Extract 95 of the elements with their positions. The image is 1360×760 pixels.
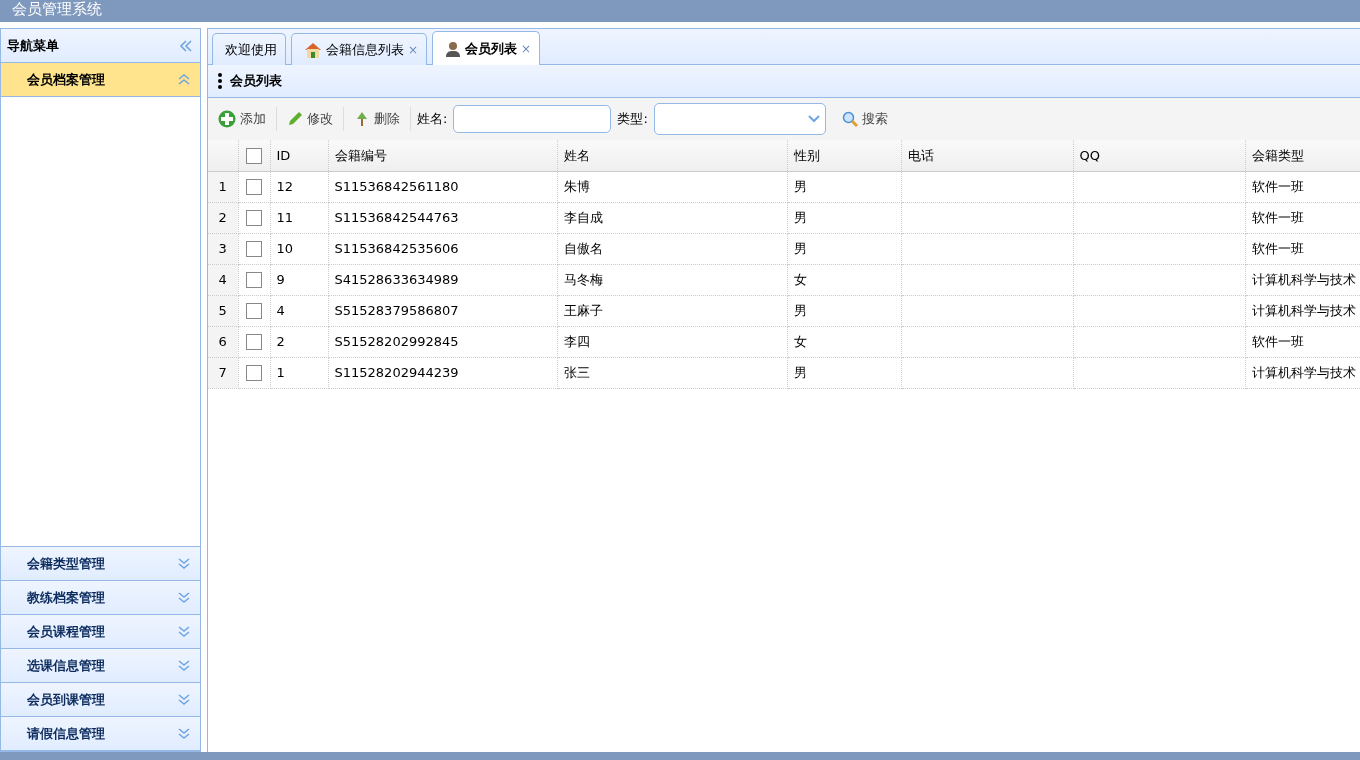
table-cell: 男 bbox=[793, 240, 807, 256]
nav-section-header[interactable]: 会员档案管理 bbox=[1, 63, 200, 97]
row-number: 4 bbox=[208, 264, 238, 295]
field-label: 姓名: bbox=[417, 110, 448, 129]
table-cell: 1 bbox=[276, 364, 285, 380]
row-checkbox[interactable] bbox=[246, 334, 262, 351]
chevron-down-icon bbox=[806, 114, 821, 124]
collapse-icon bbox=[178, 73, 190, 86]
toolbar-button[interactable]: 添加 bbox=[214, 109, 270, 129]
table-cell: 男 bbox=[793, 302, 807, 318]
table-cell: 王麻子 bbox=[563, 302, 603, 318]
expand-icon bbox=[178, 625, 190, 638]
user-icon bbox=[445, 40, 462, 57]
expand-icon bbox=[178, 557, 190, 570]
close-icon[interactable]: × bbox=[521, 39, 532, 58]
app-title: 会员管理系统 bbox=[12, 0, 102, 18]
search-icon bbox=[842, 111, 859, 127]
table-cell: 软件一班 bbox=[1251, 240, 1304, 256]
row-checkbox[interactable] bbox=[246, 241, 262, 258]
plus-icon bbox=[218, 110, 236, 128]
expand-icon bbox=[178, 659, 190, 672]
column-header[interactable]: 姓名 bbox=[557, 140, 787, 171]
table-cell: S51528379586807 bbox=[334, 302, 459, 318]
toolbar-button[interactable]: 删除 bbox=[350, 109, 404, 129]
nav-section-header[interactable]: 会籍类型管理 bbox=[1, 547, 200, 581]
nav-title: 导航菜单 bbox=[7, 36, 59, 55]
column-header[interactable]: 会籍编号 bbox=[328, 140, 557, 171]
table-cell: 9 bbox=[276, 271, 285, 287]
tab[interactable]: 会籍信息列表 × bbox=[291, 33, 428, 65]
tab[interactable]: 会员列表 × bbox=[432, 31, 541, 65]
table-cell: 男 bbox=[793, 209, 807, 225]
table-cell: 软件一班 bbox=[1251, 178, 1304, 194]
panel-title: 会员列表 bbox=[230, 72, 282, 91]
expand-icon bbox=[178, 591, 190, 604]
table-cell: S11528202944239 bbox=[334, 364, 459, 380]
column-header[interactable]: QQ bbox=[1073, 140, 1245, 171]
row-checkbox[interactable] bbox=[246, 210, 262, 227]
select-all-checkbox[interactable] bbox=[246, 148, 262, 164]
table-cell: 自傲名 bbox=[563, 240, 603, 256]
table-cell: 李四 bbox=[563, 333, 590, 349]
row-checkbox[interactable] bbox=[246, 303, 262, 320]
table-cell: 女 bbox=[793, 271, 807, 287]
expand-icon bbox=[178, 727, 190, 740]
table-cell: 软件一班 bbox=[1251, 209, 1304, 225]
row-checkbox[interactable] bbox=[246, 272, 262, 289]
table-cell: S51528202992845 bbox=[334, 333, 459, 349]
row-number: 7 bbox=[208, 357, 238, 388]
row-number: 1 bbox=[208, 171, 238, 202]
table-cell: 计算机科学与技术 bbox=[1251, 364, 1356, 380]
nav-section-header[interactable]: 教练档案管理 bbox=[1, 581, 200, 615]
column-header[interactable]: 性别 bbox=[787, 140, 901, 171]
row-number: 2 bbox=[208, 202, 238, 233]
home-icon bbox=[304, 41, 322, 58]
expand-icon bbox=[178, 693, 190, 706]
nav-section-header[interactable]: 会员课程管理 bbox=[1, 615, 200, 649]
table-cell: 4 bbox=[276, 302, 285, 318]
tree-icon bbox=[354, 111, 370, 127]
table-cell: 10 bbox=[276, 240, 294, 256]
type-dropdown[interactable] bbox=[653, 103, 826, 135]
table-cell: S11536842535606 bbox=[334, 240, 459, 256]
column-header[interactable]: ID bbox=[270, 140, 328, 171]
row-checkbox[interactable] bbox=[246, 179, 262, 196]
name-input[interactable] bbox=[453, 105, 612, 133]
row-number: 3 bbox=[208, 233, 238, 264]
table-cell: S11536842544763 bbox=[334, 209, 459, 225]
nav-section-header[interactable]: 选课信息管理 bbox=[1, 649, 200, 683]
nav-section-header[interactable]: 会员到课管理 bbox=[1, 683, 200, 717]
column-header[interactable]: 电话 bbox=[901, 140, 1073, 171]
table-cell: 计算机科学与技术 bbox=[1251, 302, 1356, 318]
collapse-icon[interactable] bbox=[180, 39, 192, 52]
table-cell: 男 bbox=[793, 364, 807, 380]
table-cell: 计算机科学与技术 bbox=[1251, 271, 1356, 287]
row-checkbox[interactable] bbox=[246, 365, 262, 382]
table-cell: S11536842561180 bbox=[334, 178, 459, 194]
table-cell: 李自成 bbox=[563, 209, 603, 225]
column-header[interactable]: 会籍类型 bbox=[1245, 140, 1360, 171]
search-button[interactable]: 搜索 bbox=[838, 109, 893, 129]
table-cell: 马冬梅 bbox=[563, 271, 603, 287]
table-cell: 2 bbox=[276, 333, 285, 349]
nav-section-header[interactable]: 请假信息管理 bbox=[1, 717, 200, 751]
row-number: 6 bbox=[208, 326, 238, 357]
toolbar-button[interactable]: 修改 bbox=[283, 109, 337, 129]
table-cell: 女 bbox=[793, 333, 807, 349]
row-number: 5 bbox=[208, 295, 238, 326]
grip-icon bbox=[218, 73, 222, 89]
table-cell: 11 bbox=[276, 209, 294, 225]
table-cell: 朱博 bbox=[563, 178, 590, 194]
table-cell: 男 bbox=[793, 178, 807, 194]
table-cell: S41528633634989 bbox=[334, 271, 459, 287]
pencil-icon bbox=[287, 111, 303, 127]
table-cell: 张三 bbox=[563, 364, 590, 380]
table-cell: 软件一班 bbox=[1251, 333, 1304, 349]
tab[interactable]: 欢迎使用 bbox=[212, 33, 286, 65]
table-cell: 12 bbox=[276, 178, 294, 194]
field-label: 类型: bbox=[617, 110, 648, 129]
